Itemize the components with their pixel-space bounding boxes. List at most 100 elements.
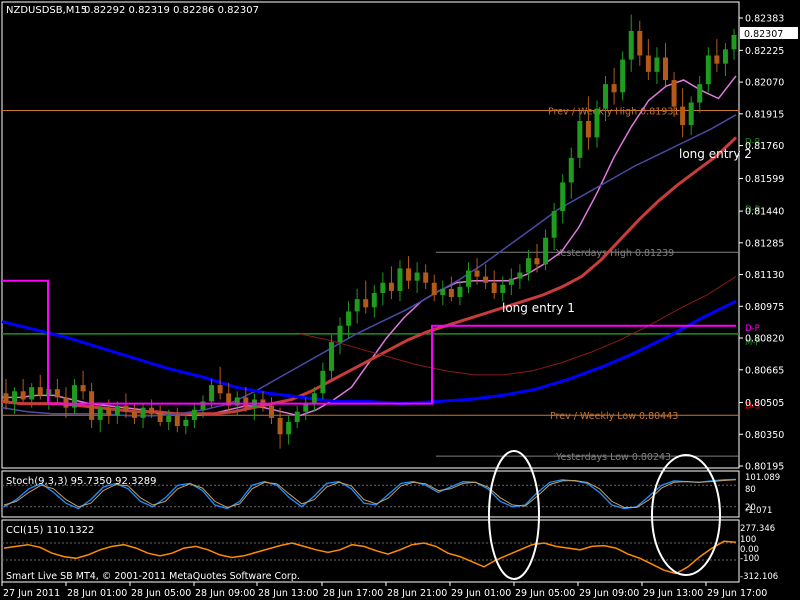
candle-body bbox=[140, 407, 146, 418]
price-tick-label: 0.80350 bbox=[745, 430, 784, 441]
candle-body bbox=[500, 284, 506, 293]
time-tick-label: 28 Jun 13:00 bbox=[258, 588, 318, 599]
symbol-header: NZDUSDSB,M15 bbox=[6, 5, 87, 16]
candle-body bbox=[448, 288, 454, 298]
ohlc-header: 0.82292 0.82319 0.82286 0.82307 bbox=[84, 5, 259, 16]
time-tick-label: 28 Jun 05:00 bbox=[131, 588, 191, 599]
candle-body bbox=[286, 421, 292, 435]
candle-body bbox=[260, 399, 266, 406]
candle-body bbox=[414, 272, 420, 281]
candle-body bbox=[149, 407, 155, 414]
time-tick-label: 29 Jun 05:00 bbox=[515, 588, 575, 599]
price-tick-label: 0.81440 bbox=[745, 207, 784, 218]
candle-body bbox=[131, 411, 137, 418]
time-tick-label: 28 Jun 09:00 bbox=[195, 588, 255, 599]
stoch-tick-label: 101.089 bbox=[745, 473, 780, 483]
level-label: Yesterdays Low 0.80243 bbox=[555, 452, 671, 463]
price-tick-label: 0.80195 bbox=[745, 462, 784, 473]
price-tick-label: 0.80505 bbox=[745, 398, 784, 409]
candle-body bbox=[645, 55, 651, 72]
price-tick-label: 0.81760 bbox=[745, 141, 784, 152]
price-tick-label: 0.82070 bbox=[745, 78, 784, 89]
candle-body bbox=[491, 282, 497, 293]
candle-body bbox=[174, 415, 180, 427]
time-tick-label: 28 Jun 17:00 bbox=[323, 588, 383, 599]
candle-body bbox=[37, 387, 43, 396]
candle-body bbox=[465, 270, 471, 287]
candle-body bbox=[63, 397, 69, 408]
annotation-long-entry-1: long entry 1 bbox=[502, 301, 575, 315]
candle-body bbox=[722, 49, 728, 64]
candle-body bbox=[620, 59, 626, 93]
candle-body bbox=[423, 272, 429, 283]
candle-body bbox=[54, 389, 60, 398]
candle-body bbox=[166, 415, 172, 422]
level-tag: D-P bbox=[745, 324, 760, 334]
candle-body bbox=[294, 411, 300, 422]
candle-body bbox=[363, 299, 369, 308]
candle-body bbox=[320, 370, 326, 394]
candle-body bbox=[731, 34, 737, 50]
time-tick-label: 29 Jun 01:00 bbox=[451, 588, 511, 599]
candle-body bbox=[157, 413, 163, 422]
candle-body bbox=[217, 385, 223, 394]
candle-body bbox=[311, 393, 317, 404]
footer-copyright: Smart Live SB MT4, © 2001-2011 MetaQuote… bbox=[6, 571, 300, 582]
candle-body bbox=[397, 268, 403, 291]
annotation-long-entry-2: long entry 2 bbox=[679, 147, 752, 161]
candle-body bbox=[371, 292, 377, 308]
candle-body bbox=[106, 407, 112, 416]
cci-tick-label: -100 bbox=[740, 554, 759, 564]
candle-body bbox=[114, 405, 120, 416]
candle-body bbox=[654, 57, 660, 72]
candle-body bbox=[354, 299, 360, 312]
candle-body bbox=[243, 397, 249, 408]
candle-body bbox=[637, 30, 643, 56]
cci-tick-label: 277.346 bbox=[740, 524, 775, 534]
price-tick-label: 0.80975 bbox=[745, 302, 784, 313]
candle-body bbox=[628, 30, 634, 60]
candle-body bbox=[209, 385, 215, 402]
price-tick-label: 0.80665 bbox=[745, 365, 784, 376]
candle-body bbox=[483, 276, 489, 283]
time-tick-label: 28 Jun 21:00 bbox=[387, 588, 447, 599]
candle-body bbox=[388, 282, 394, 291]
candle-body bbox=[12, 391, 18, 402]
time-tick-label: 29 Jun 17:00 bbox=[707, 588, 767, 599]
candle-body bbox=[534, 258, 540, 265]
candle-body bbox=[585, 120, 591, 138]
candle-body bbox=[337, 325, 343, 343]
price-tick-label: 0.81130 bbox=[745, 270, 784, 281]
candle-body bbox=[714, 55, 720, 64]
candle-body bbox=[662, 57, 668, 81]
candle-body bbox=[89, 391, 95, 420]
candle-body bbox=[123, 405, 129, 412]
candle-body bbox=[29, 387, 35, 400]
candle-body bbox=[440, 288, 446, 296]
stoch-title: Stoch(9,3,3) 95.7350 92.3289 bbox=[6, 476, 157, 487]
cci-tick-label: -312.106 bbox=[740, 572, 778, 582]
price-tick-label: 0.82383 bbox=[745, 14, 784, 25]
candle-body bbox=[525, 258, 531, 273]
candle-body bbox=[277, 417, 283, 435]
candle-body bbox=[697, 84, 703, 103]
cci-title: CCI(15) 110.1322 bbox=[6, 525, 94, 536]
price-tick-label: 0.82225 bbox=[745, 46, 784, 57]
candle-body bbox=[3, 393, 9, 402]
candle-body bbox=[560, 182, 566, 212]
time-tick-label: 27 Jun 2011 bbox=[3, 588, 60, 599]
candle-body bbox=[508, 278, 514, 285]
price-tick-label: 0.81915 bbox=[745, 109, 784, 120]
level-label: Prev / Weekly High 0.81931 bbox=[548, 107, 679, 118]
candle-body bbox=[380, 282, 386, 293]
candle-body bbox=[97, 407, 103, 420]
time-tick-label: 29 Jun 13:00 bbox=[643, 588, 703, 599]
current-price-label: 0.82307 bbox=[744, 29, 783, 40]
candle-body bbox=[594, 108, 600, 138]
price-tick-label: 0.81285 bbox=[745, 238, 784, 249]
time-tick-label: 29 Jun 09:00 bbox=[579, 588, 639, 599]
candle-body bbox=[671, 80, 677, 107]
candle-body bbox=[457, 286, 463, 298]
stoch-tick-label: 80 bbox=[745, 485, 756, 495]
level-label: Yesterdays High 0.81239 bbox=[555, 248, 674, 259]
